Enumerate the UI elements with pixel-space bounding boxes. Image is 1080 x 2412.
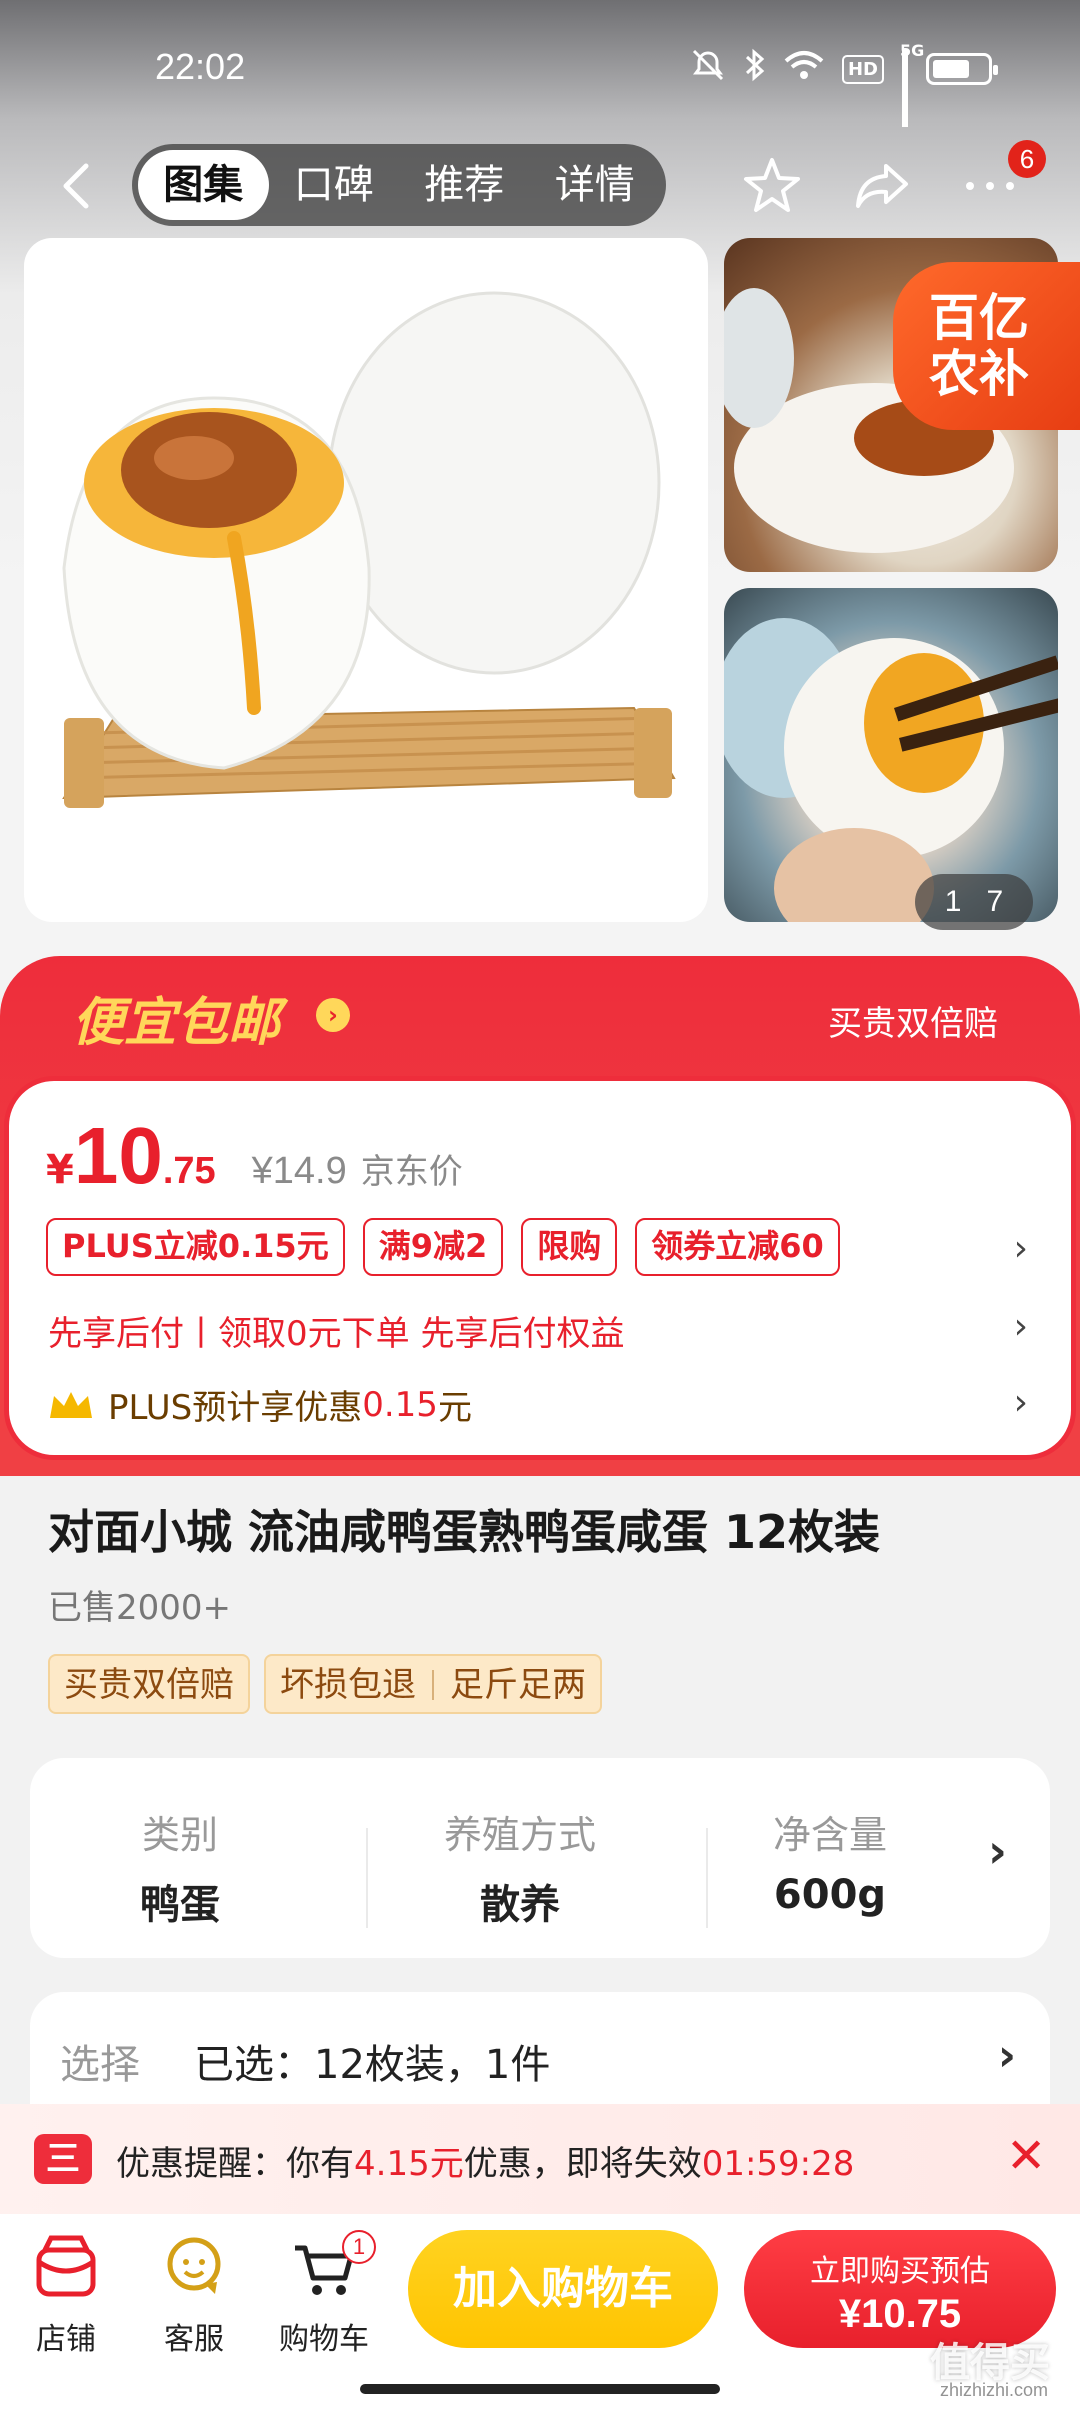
bluetooth-icon [744,48,766,90]
customer-service-icon [167,2237,221,2294]
tag-return-weight[interactable]: 坏损包退 足斤足两 [264,1654,602,1714]
main-product-image[interactable] [24,238,708,922]
cart-button[interactable]: 购物车 1 [264,2230,384,2358]
price-decimal: .75 [162,1150,216,1192]
plus-suffix: 元 [437,1388,472,1428]
farm-subsidy-badge: 百亿 农补 [893,262,1080,430]
bottom-action-bar: 店铺 客服 购物车 1 加入购物车 立即购买预估 ¥10.75 [0,2214,1080,2412]
chevron-left-icon [63,163,89,209]
status-bar: 22:02 HD 5G [0,0,1080,130]
price-integer: 10 [73,1111,163,1200]
hd-icon: HD [841,54,884,84]
share-icon[interactable] [848,152,916,220]
service-tags: 买贵双倍赔 坏损包退 足斤足两 [48,1654,602,1714]
plus-amount: 0.15 [362,1384,438,1425]
coupon-discount[interactable]: 满9减2 [362,1218,504,1276]
tab-gallery[interactable]: 图集 [138,150,269,220]
plus-benefit-row[interactable]: PLUS预计享优惠 0.15 元 [48,1380,472,1429]
close-icon[interactable]: ✕ [1006,2128,1046,2184]
signal-icon: 5G [900,41,924,127]
shop-icon [36,2235,96,2297]
crown-icon [50,1391,92,1418]
cart-badge: 1 [342,2230,376,2264]
gallery-counter: 1 7 [915,874,1033,930]
product-title: 对面小城 流油咸鸭蛋熟鸭蛋咸蛋 12枚装 [48,1505,881,1559]
attribute-divider [706,1828,708,1928]
reminder-text: 优惠提醒：你有4.15元优惠，即将失效01:59:28 [116,2144,855,2184]
coupons-chevron-icon[interactable]: › [1014,1228,1028,1269]
price-currency: ¥ [46,1147,74,1193]
attribute-card[interactable]: 类别 鸭蛋 养殖方式 散养 净含量 600g › [30,1758,1050,1958]
tab-recommend[interactable]: 推荐 [399,150,530,220]
coupon-list: PLUS立减0.15元 满9减2 限购 领券立减60 [46,1218,840,1276]
watermark-url: zhizhizhi.com [940,2380,1049,2400]
add-to-cart-button[interactable]: 加入购物车 [408,2230,718,2348]
attributes-chevron-icon[interactable]: › [988,1824,1007,1878]
banner-guarantee: 买贵双倍赔 [828,1004,998,1044]
mute-icon [690,49,726,89]
coupon-icon: 三 [34,2134,92,2184]
more-badge: 6 [1008,140,1046,178]
tab-reviews[interactable]: 口碑 [269,150,400,220]
home-indicator[interactable] [360,2384,720,2394]
attribute-farming: 养殖方式 散养 [443,1813,596,1928]
sold-count: 已售2000+ [48,1588,232,1628]
pay-later-chevron-icon[interactable]: › [1014,1306,1028,1347]
status-time: 22:02 [155,46,246,87]
price-row: ¥ 10 .75 ¥14.9 京东价 [46,1110,463,1202]
banner-arrow-icon[interactable]: › [316,998,350,1032]
customer-service-button[interactable]: 客服 [134,2232,254,2358]
discount-reminder: 三 优惠提醒：你有4.15元优惠，即将失效01:59:28 ✕ [0,2104,1080,2214]
shop-button[interactable]: 店铺 [6,2232,126,2358]
tab-details[interactable]: 详情 [530,150,661,220]
selection-label: 选择 [60,2042,140,2088]
top-nav: 图集 口碑 推荐 详情 6 [0,140,1080,230]
status-icons: HD 5G [690,41,998,127]
plus-chevron-icon[interactable]: › [1014,1382,1028,1423]
attribute-category: 类别 鸭蛋 [140,1813,220,1928]
favorite-star-icon[interactable] [738,152,806,220]
battery-icon [926,53,998,85]
coupon-limit[interactable]: 限购 [521,1218,618,1276]
back-button[interactable] [52,158,102,214]
pay-later-row[interactable]: 先享后付丨领取0元下单 先享后付权益 [48,1306,624,1355]
wifi-icon [784,49,824,89]
attribute-net-weight: 净含量 600g [772,1813,887,1918]
plus-prefix: PLUS预计享优惠 [108,1388,363,1428]
selection-chevron-icon[interactable]: › [998,2030,1016,2081]
tab-bar: 图集 口碑 推荐 详情 [132,144,666,226]
original-price: ¥14.9 [251,1150,347,1192]
selection-value: 已选：12枚装，1件 [194,2042,551,2088]
banner-title[interactable]: 便宜包邮 [72,980,280,1055]
tag-price-guarantee[interactable]: 买贵双倍赔 [48,1654,250,1714]
gallery-thumbnail-2[interactable] [724,588,1058,922]
coupon-claim[interactable]: 领券立减60 [635,1218,840,1276]
original-price-label: 京东价 [360,1152,463,1192]
attribute-divider [366,1828,368,1928]
coupon-plus[interactable]: PLUS立减0.15元 [46,1218,345,1276]
